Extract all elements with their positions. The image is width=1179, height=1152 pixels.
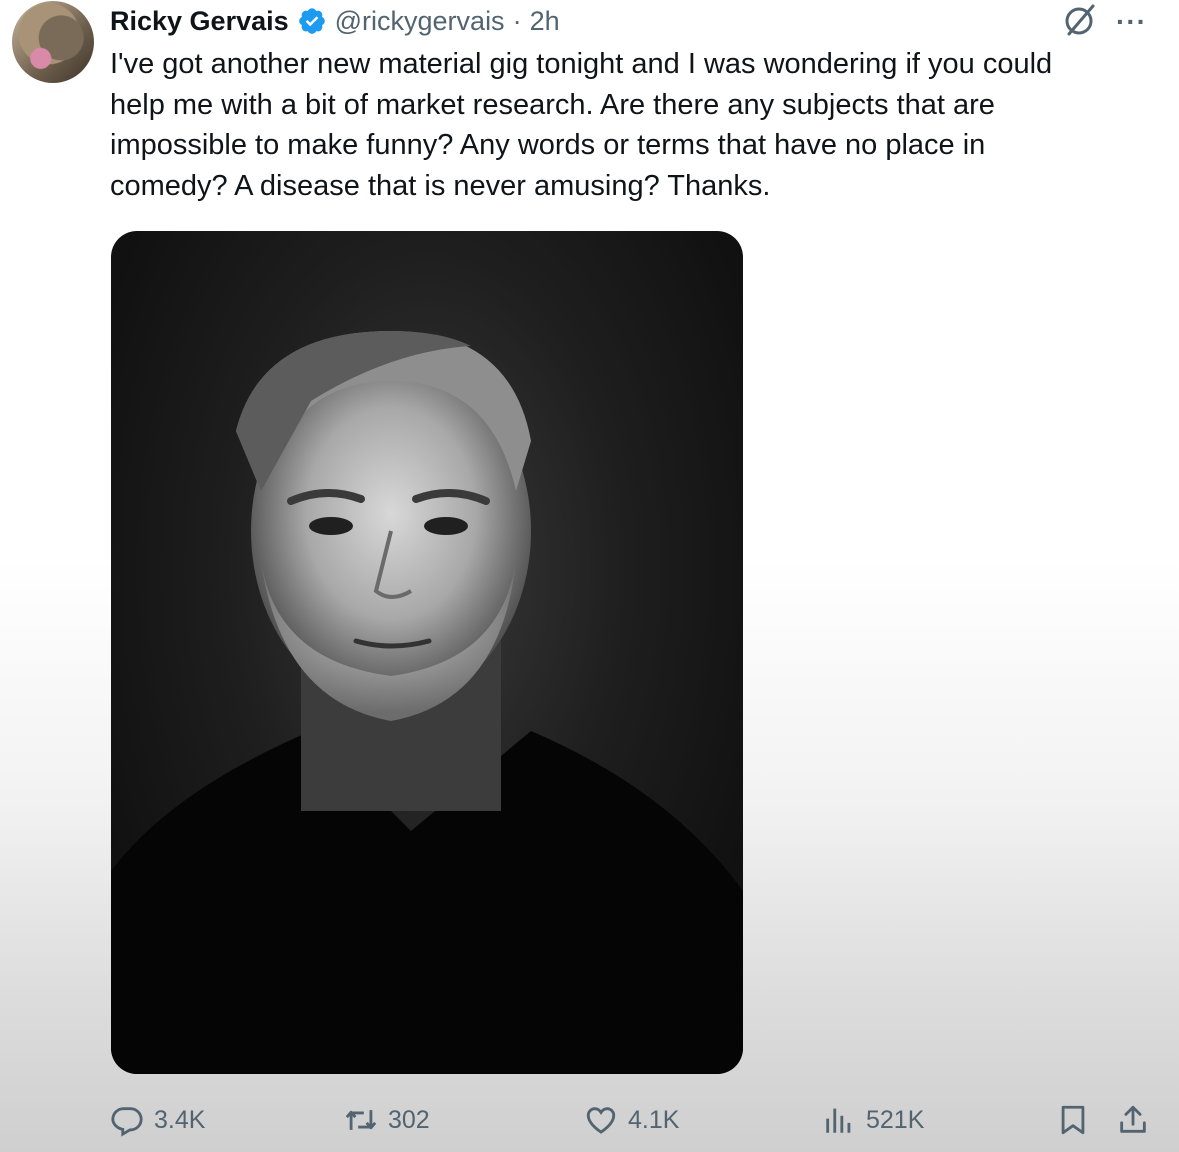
portrait-image	[111, 331, 743, 1074]
heart-icon	[586, 1107, 616, 1134]
author-name[interactable]: Ricky Gervais	[110, 6, 289, 37]
tweet-header: Ricky Gervais @rickygervais · 2h	[110, 4, 560, 38]
author-handle[interactable]: @rickygervais	[335, 6, 505, 37]
reply-icon	[111, 1107, 143, 1137]
reply-button[interactable]: 3.4K	[110, 1103, 205, 1137]
views-button[interactable]: 521K	[822, 1103, 924, 1137]
repost-count: 302	[388, 1105, 430, 1134]
repost-icon	[345, 1110, 377, 1130]
bookmark-button[interactable]	[1056, 1103, 1090, 1137]
like-count: 4.1K	[628, 1105, 680, 1134]
tweet-text: I've got another new material gig tonigh…	[110, 48, 1053, 203]
like-button[interactable]: 4.1K	[584, 1103, 679, 1137]
avatar[interactable]	[12, 1, 94, 83]
repost-button[interactable]: 302	[344, 1103, 430, 1137]
separator-dot: ·	[512, 5, 522, 36]
timestamp[interactable]: 2h	[530, 6, 560, 37]
tweet-actions: 3.4K 302 4.1K 521K	[0, 1100, 1179, 1144]
reply-count: 3.4K	[154, 1105, 206, 1134]
bookmark-icon	[1061, 1105, 1085, 1135]
share-button[interactable]	[1116, 1103, 1150, 1137]
more-icon[interactable]: ···	[1116, 6, 1147, 38]
views-count: 521K	[866, 1105, 925, 1134]
verified-badge-icon	[298, 8, 325, 34]
tweet-photo[interactable]	[111, 231, 743, 1074]
share-icon	[1120, 1105, 1146, 1133]
views-icon	[826, 1108, 851, 1133]
grok-icon[interactable]	[1062, 2, 1098, 38]
